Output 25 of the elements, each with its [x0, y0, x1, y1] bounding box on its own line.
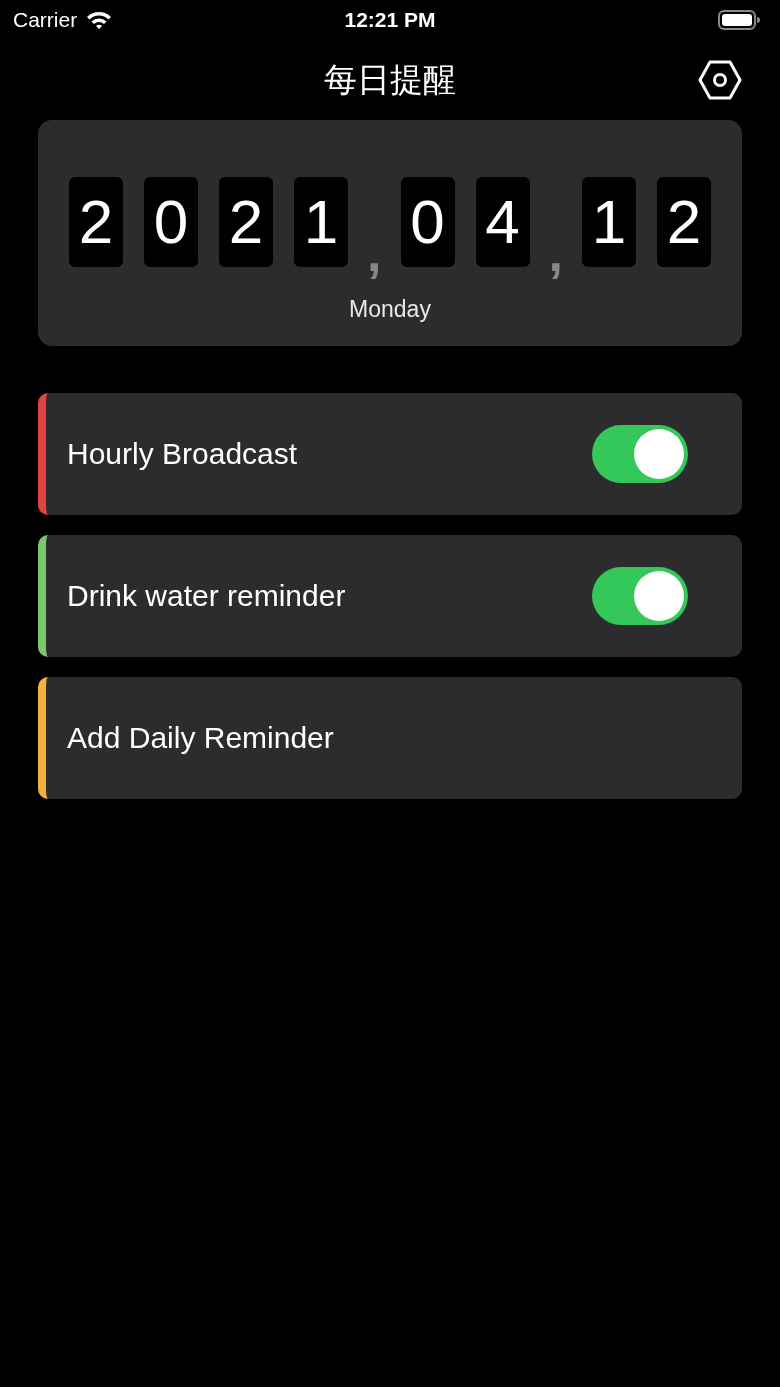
- wifi-icon: [85, 10, 114, 30]
- date-digit: 0: [400, 177, 455, 267]
- date-digit: 2: [656, 177, 711, 267]
- date-digit: 2: [69, 177, 124, 267]
- toggle-switch[interactable]: [592, 425, 688, 483]
- date-digit: 4: [475, 177, 530, 267]
- screen-title: 每日提醒: [324, 58, 456, 101]
- toggle-switch[interactable]: [592, 567, 688, 625]
- date-digit: 0: [144, 177, 199, 267]
- carrier-name: Carrier: [13, 8, 78, 32]
- reminder-label: Drink water reminder: [67, 579, 346, 613]
- date-separator: ,: [548, 227, 563, 279]
- date-digit: 2: [219, 177, 274, 267]
- date-digit: 1: [581, 177, 636, 267]
- date-separator: ,: [367, 227, 382, 279]
- reminder-row[interactable]: Hourly Broadcast: [38, 393, 742, 515]
- reminder-label: Add Daily Reminder: [67, 721, 334, 755]
- reminder-row[interactable]: Add Daily Reminder: [38, 677, 742, 799]
- status-time: 12:21 PM: [344, 8, 436, 32]
- date-digit: 1: [294, 177, 349, 267]
- reminder-row[interactable]: Drink water reminder: [38, 535, 742, 657]
- weekday-label: Monday: [349, 296, 431, 323]
- battery-icon: [718, 10, 760, 30]
- settings-icon[interactable]: [698, 60, 742, 100]
- reminder-label: Hourly Broadcast: [67, 437, 298, 471]
